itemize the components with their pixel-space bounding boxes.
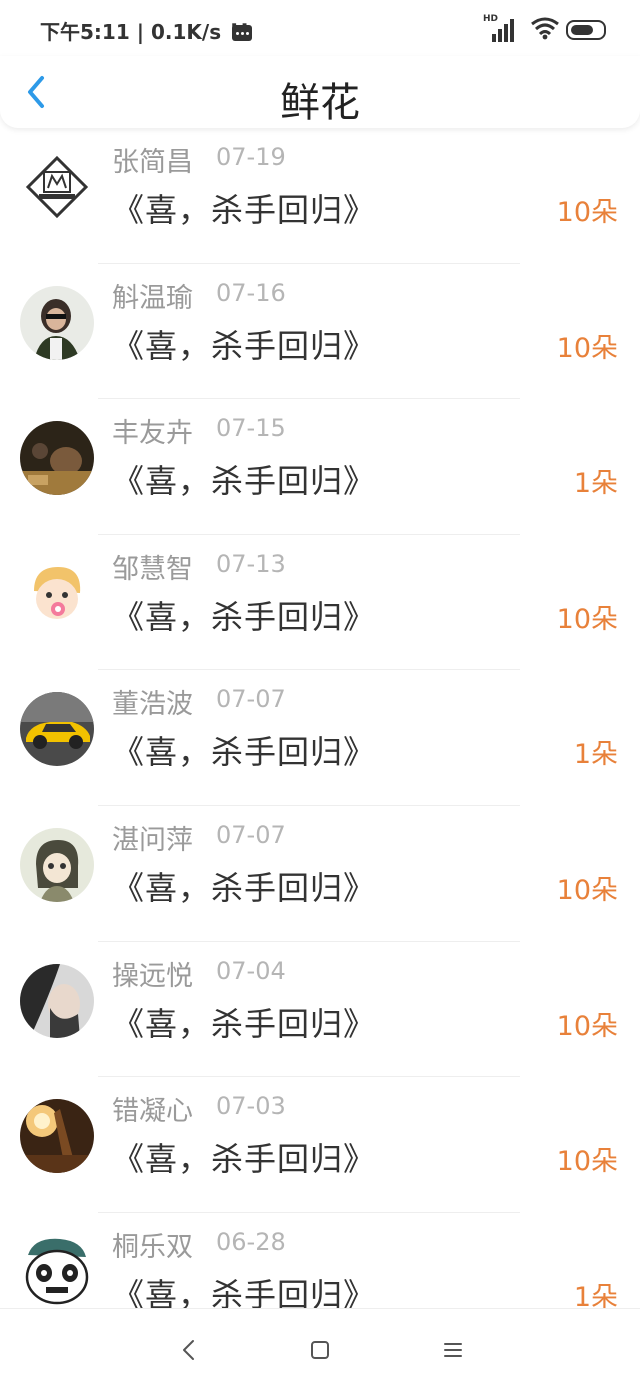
flower-count: 1朵 [573,468,618,500]
avatar-logo-icon[interactable] [20,150,94,224]
flower-count: 10朵 [556,874,618,906]
send-date: 07-13 [216,549,286,578]
sender-name: 张简昌 [112,147,193,178]
avatar-car-icon[interactable] [20,692,94,767]
gift-title: 《喜，杀手回归》 [112,191,377,229]
status-time-text: 下午5:11 | 0.1K/s [40,20,222,44]
gift-title: 《喜，杀手回归》 [112,1275,377,1308]
sender-name: 董浩波 [112,689,193,721]
avatar-photo-icon[interactable] [20,421,94,496]
flower-count: 10朵 [556,1010,618,1042]
page-title: 鲜花 [280,80,360,126]
wifi-icon [531,17,559,40]
flower-count: 10朵 [556,603,618,635]
status-time-speed: 下午5:11 | 0.1K/s [40,16,253,45]
sender-name: 湛问萍 [112,824,193,856]
gift-title: 《喜，杀手回归》 [112,868,377,907]
avatar-cartoon-icon[interactable] [20,827,94,902]
send-date: 07-19 [216,143,286,171]
signal-icon [492,16,520,42]
nav-menu-icon[interactable] [438,1335,468,1365]
gift-title: 《喜，杀手回归》 [112,1004,377,1043]
avatar-photo-icon[interactable] [20,1099,94,1174]
send-date: 07-03 [216,1092,286,1121]
list-item[interactable]: 邹慧智 07-13 《喜，杀手回归》 10朵 [0,535,640,671]
list-item[interactable]: 错凝心 07-03 《喜，杀手回归》 10朵 [0,1077,640,1213]
sender-name: 斛温瑜 [112,282,193,314]
list-item[interactable]: 桐乐双 06-28 《喜，杀手回归》 1朵 [0,1213,640,1308]
list-item[interactable]: 操远悦 07-04 《喜，杀手回归》 10朵 [0,942,640,1078]
flower-count: 10朵 [556,332,618,364]
gift-title: 《喜，杀手回归》 [112,462,377,501]
status-icons: HD [456,14,606,44]
flower-count: 1朵 [573,1281,618,1308]
gift-title: 《喜，杀手回归》 [112,597,377,636]
list-item[interactable]: 丰友卉 07-15 《喜，杀手回归》 1朵 [0,399,640,535]
sender-name: 桐乐双 [112,1231,193,1263]
flower-count: 10朵 [556,197,618,228]
sender-name: 邹慧智 [112,553,193,585]
header-bar: 鲜花 [0,56,640,128]
list-item[interactable]: 湛问萍 07-07 《喜，杀手回归》 10朵 [0,806,640,942]
flower-list[interactable]: 张简昌 07-19 《喜，杀手回归》 10朵 斛温瑜 07-16 《喜，杀手回归… [0,128,640,1308]
avatar-cartoon-icon[interactable] [20,556,94,631]
send-date: 07-07 [216,685,286,714]
sender-name: 错凝心 [112,1096,193,1128]
avatar-photo-icon[interactable] [20,963,94,1038]
avatar-photo-icon[interactable] [20,285,94,360]
sender-name: 丰友卉 [112,418,193,450]
nav-back-icon[interactable] [174,1335,204,1365]
nav-home-icon[interactable] [305,1335,335,1365]
send-date: 07-15 [216,414,286,443]
gift-title: 《喜，杀手回归》 [112,326,377,365]
send-date: 07-04 [216,956,286,985]
list-item[interactable]: 斛温瑜 07-16 《喜，杀手回归》 10朵 [0,264,640,400]
notification-dots: ·· [230,14,251,39]
status-bar: 下午5:11 | 0.1K/s ·· HD [0,0,640,56]
gift-title: 《喜，杀手回归》 [112,733,377,772]
battery-icon [566,20,606,40]
send-date: 07-16 [216,278,286,307]
system-nav-bar [0,1308,640,1388]
send-date: 06-28 [216,1227,286,1256]
flower-count: 1朵 [573,739,618,771]
send-date: 07-07 [216,820,286,849]
flower-count: 10朵 [556,1146,618,1178]
sender-name: 操远悦 [112,960,193,992]
list-item[interactable]: 张简昌 07-19 《喜，杀手回归》 10朵 [0,128,640,264]
gift-title: 《喜，杀手回归》 [112,1140,377,1179]
list-item[interactable]: 董浩波 07-07 《喜，杀手回归》 1朵 [0,670,640,806]
avatar-panda-icon[interactable] [20,1234,94,1308]
